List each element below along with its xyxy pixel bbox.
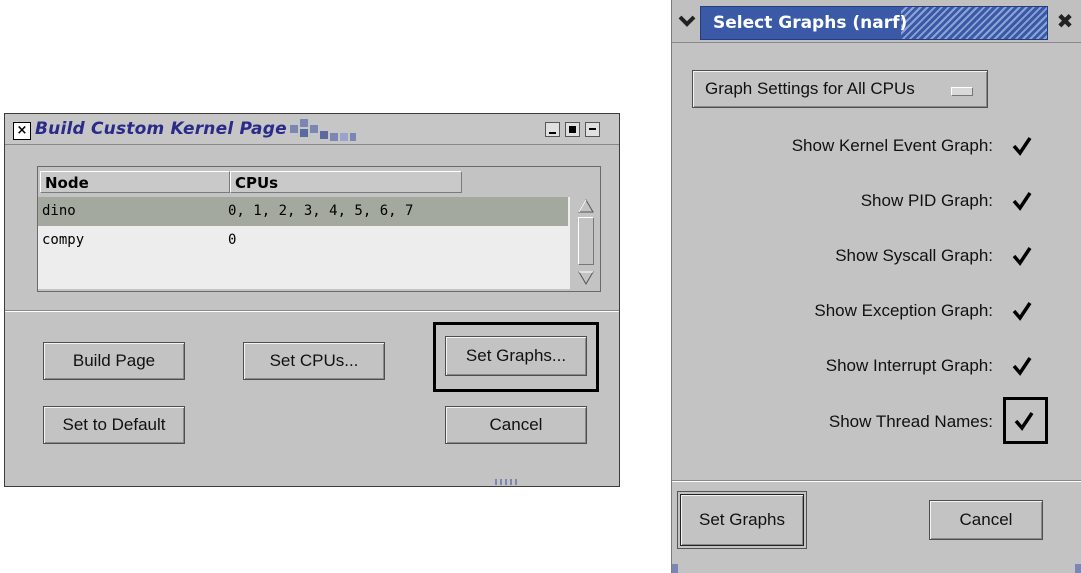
option-label-syscall: Show Syscall Graph: [835,246,993,265]
option-label-kernel-event: Show Kernel Event Graph: [791,136,993,155]
shade-icon[interactable] [585,122,600,137]
resize-grip-icon[interactable] [495,479,525,485]
set-graphs-button[interactable]: Set Graphs [680,494,804,546]
column-header-cpus[interactable]: CPUs [230,171,462,193]
bottom-right-corner [1075,564,1081,573]
menu-button-label: Graph Settings for All CPUs [705,79,915,98]
column-header-node[interactable]: Node [40,171,230,193]
node-cell: dino [42,203,76,219]
close-icon[interactable]: ✖ [1052,8,1078,34]
title-bar[interactable]: Select Graphs (narf) ✖ [672,0,1081,43]
divider [5,310,619,312]
option-label-thread-names: Show Thread Names: [828,412,993,431]
window-title: Select Graphs (narf) [713,13,908,33]
maximize-icon[interactable] [565,122,580,137]
chevron-down-icon[interactable] [676,10,698,32]
node-cpu-table: Node CPUs dino 0, 1, 2, 3, 4, 5, 6, 7 co… [37,166,601,292]
checkbox-pid[interactable] [1011,190,1033,212]
title-hatch [901,7,1047,39]
bottom-left-corner [672,564,678,573]
build-custom-kernel-page-window: × Build Custom Kernel Page Node CPUs din… [4,113,620,487]
cpus-cell: 0 [228,232,237,248]
vertical-scrollbar[interactable] [576,197,596,287]
title-highlight: Select Graphs (narf) [700,6,1048,40]
option-label-pid: Show PID Graph: [860,191,993,210]
graph-settings-menu-button[interactable]: Graph Settings for All CPUs [692,70,988,108]
close-icon[interactable]: × [13,122,31,140]
option-menu-indicator-icon [951,87,973,96]
scroll-thumb[interactable] [578,217,594,265]
select-graphs-window: Select Graphs (narf) ✖ Graph Settings fo… [671,0,1081,573]
set-to-default-button[interactable]: Set to Default [43,406,185,444]
cancel-button[interactable]: Cancel [929,500,1043,540]
table-row[interactable]: compy 0 [38,226,568,255]
title-decoration-icon [290,119,360,141]
checkbox-kernel-event[interactable] [1011,135,1033,157]
build-page-button[interactable]: Build Page [43,342,185,380]
window-bottom-border [672,558,1081,573]
minimize-icon[interactable] [545,122,560,137]
scroll-up-icon[interactable] [578,199,594,213]
cancel-button[interactable]: Cancel [445,406,587,444]
set-cpus-button[interactable]: Set CPUs... [243,342,385,380]
option-label-interrupt: Show Interrupt Graph: [825,356,993,375]
window-title: Build Custom Kernel Page [35,119,287,139]
scroll-down-icon[interactable] [578,271,594,285]
divider [672,480,1081,482]
node-cell: compy [42,232,85,248]
cpus-cell: 0, 1, 2, 3, 4, 5, 6, 7 [228,203,414,219]
checkbox-exception[interactable] [1011,300,1033,322]
table-row[interactable]: dino 0, 1, 2, 3, 4, 5, 6, 7 [38,197,568,226]
checkbox-syscall[interactable] [1011,245,1033,267]
checkbox-thread-names[interactable] [1013,410,1035,432]
checkbox-interrupt[interactable] [1011,355,1033,377]
set-graphs-button[interactable]: Set Graphs... [445,336,587,376]
option-label-exception: Show Exception Graph: [814,301,993,320]
title-bar[interactable]: × Build Custom Kernel Page [5,114,619,145]
